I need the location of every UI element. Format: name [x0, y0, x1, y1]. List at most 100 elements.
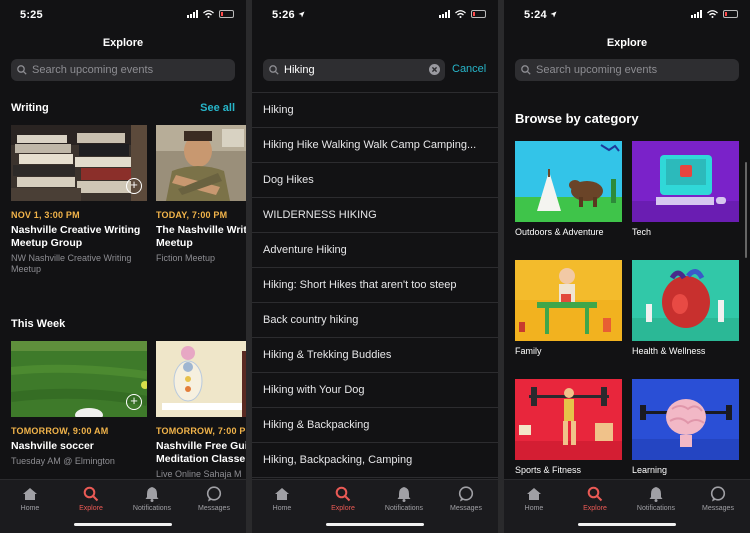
- category-learning[interactable]: Learning: [632, 379, 739, 475]
- tab-messages-label: Messages: [702, 505, 734, 512]
- suggestion-item[interactable]: Back country hiking: [252, 303, 498, 338]
- tab-bar: Home Explore Notifications Messages: [252, 479, 498, 533]
- category-image-tech: [632, 141, 739, 222]
- suggestion-item[interactable]: Adventure Hiking: [252, 233, 498, 268]
- page-title: Explore: [606, 37, 648, 49]
- add-event-icon[interactable]: +: [126, 394, 142, 410]
- cellular-signal-icon: [691, 10, 702, 18]
- scroll-indicator[interactable]: [745, 162, 747, 258]
- category-family[interactable]: Family: [515, 260, 622, 356]
- category-label: Health & Wellness: [632, 346, 706, 356]
- tab-home-label: Home: [524, 505, 544, 512]
- category-health-wellness[interactable]: Health & Wellness: [632, 260, 739, 356]
- search-input[interactable]: Search upcoming events: [515, 59, 739, 81]
- clear-search-icon[interactable]: [429, 64, 440, 75]
- tab-home-label: Home: [272, 505, 292, 512]
- tab-notifications[interactable]: Notifications: [626, 483, 686, 512]
- bell-icon: [649, 487, 663, 502]
- tab-messages[interactable]: Messages: [688, 483, 748, 512]
- suggestion-item[interactable]: Hiking: [252, 93, 498, 128]
- battery-icon: [219, 10, 234, 18]
- wifi-icon: [203, 10, 214, 18]
- tab-notifications[interactable]: Notifications: [374, 483, 434, 512]
- event-card[interactable]: TOMORROW, 7:00 PM Nashville Free Gui Medi…: [156, 341, 246, 480]
- event-card[interactable]: + NOV 1, 3:00 PM Nashville Creative Writ…: [11, 125, 147, 275]
- suggestion-item[interactable]: Hiking: Short Hikes that aren't too stee…: [252, 268, 498, 303]
- tab-messages-label: Messages: [198, 505, 230, 512]
- cellular-signal-icon: [439, 10, 450, 18]
- search-value: Hiking: [284, 64, 315, 76]
- status-bar: 5:24: [504, 0, 750, 30]
- suggestion-list: Hiking Hiking Hike Walking Walk Camp Cam…: [252, 92, 498, 478]
- suggestion-item[interactable]: Hiking, Backpacking, Camping: [252, 443, 498, 478]
- category-label: Sports & Fitness: [515, 465, 582, 475]
- search-placeholder: Search upcoming events: [536, 64, 658, 76]
- battery-icon: [723, 10, 738, 18]
- wifi-icon: [707, 10, 718, 18]
- section-title-this-week: This Week: [11, 318, 66, 330]
- event-group: Tuesday AM @ Elmington: [11, 456, 115, 466]
- home-icon: [275, 488, 289, 500]
- status-bar: 5:25: [0, 0, 246, 30]
- status-bar: 5:26: [252, 0, 498, 30]
- page-title: Explore: [102, 37, 144, 49]
- tab-messages-label: Messages: [450, 505, 482, 512]
- search-icon: [521, 65, 531, 75]
- category-label: Outdoors & Adventure: [515, 227, 604, 237]
- status-time: 5:25: [20, 9, 43, 21]
- status-time: 5:26: [272, 9, 305, 21]
- event-card[interactable]: + TOMORROW, 9:00 AM Nashville soccer Tue…: [11, 341, 147, 467]
- status-icons: [187, 10, 234, 18]
- tab-explore[interactable]: Explore: [61, 483, 121, 512]
- search-input[interactable]: Search upcoming events: [11, 59, 235, 81]
- suggestion-item[interactable]: Dog Hikes: [252, 163, 498, 198]
- tab-home[interactable]: Home: [252, 483, 312, 512]
- suggestion-item[interactable]: Hiking & Trekking Buddies: [252, 338, 498, 373]
- tab-messages[interactable]: Messages: [436, 483, 496, 512]
- tab-explore-label: Explore: [583, 505, 607, 512]
- event-name: The Nashville Writ Meetup: [156, 224, 246, 249]
- search-placeholder: Search upcoming events: [32, 64, 154, 76]
- category-tech[interactable]: Tech: [632, 141, 739, 237]
- tab-notifications[interactable]: Notifications: [122, 483, 182, 512]
- tab-explore[interactable]: Explore: [313, 483, 373, 512]
- tab-home[interactable]: Home: [0, 483, 60, 512]
- tab-notifications-label: Notifications: [384, 505, 424, 512]
- battery-icon: [471, 10, 486, 18]
- tab-home-label: Home: [20, 505, 40, 512]
- event-card[interactable]: TODAY, 7:00 PM The Nashville Writ Meetup …: [156, 125, 246, 264]
- search-icon: [17, 65, 27, 75]
- location-arrow-icon: [550, 11, 557, 18]
- category-image-family: [515, 260, 622, 341]
- cancel-button[interactable]: Cancel: [452, 63, 486, 75]
- wifi-icon: [455, 10, 466, 18]
- category-sports-fitness[interactable]: Sports & Fitness: [515, 379, 622, 475]
- event-name: Nashville soccer: [11, 440, 94, 452]
- status-icons: [691, 10, 738, 18]
- search-input[interactable]: Hiking: [263, 59, 445, 81]
- event-group: NW Nashville Creative Writing Meetup: [11, 253, 132, 274]
- browse-categories-screen: 5:24 Explore Search upcoming events Brow…: [504, 0, 750, 533]
- event-date: TOMORROW, 7:00 PM: [156, 426, 246, 436]
- search-icon: [269, 65, 279, 75]
- tab-explore[interactable]: Explore: [565, 483, 625, 512]
- tab-home[interactable]: Home: [504, 483, 564, 512]
- home-icon: [23, 488, 37, 500]
- suggestion-item[interactable]: Hiking Hike Walking Walk Camp Camping...: [252, 128, 498, 163]
- tab-messages[interactable]: Messages: [184, 483, 244, 512]
- suggestion-item[interactable]: Hiking & Backpacking: [252, 408, 498, 443]
- event-image-books: +: [11, 125, 147, 201]
- category-label: Learning: [632, 465, 668, 475]
- event-group: Fiction Meetup: [156, 253, 216, 263]
- event-image-man: [156, 125, 246, 201]
- tab-explore-label: Explore: [331, 505, 355, 512]
- category-image-sports: [515, 379, 622, 460]
- see-all-link[interactable]: See all: [200, 102, 235, 114]
- search-icon: [335, 486, 351, 502]
- event-date: TOMORROW, 9:00 AM: [11, 426, 109, 436]
- category-outdoors[interactable]: Outdoors & Adventure: [515, 141, 622, 237]
- explore-screen: 5:25 Explore Search upcoming events Writ…: [0, 0, 246, 533]
- add-event-icon[interactable]: +: [126, 178, 142, 194]
- suggestion-item[interactable]: Hiking with Your Dog: [252, 373, 498, 408]
- suggestion-item[interactable]: WILDERNESS HIKING: [252, 198, 498, 233]
